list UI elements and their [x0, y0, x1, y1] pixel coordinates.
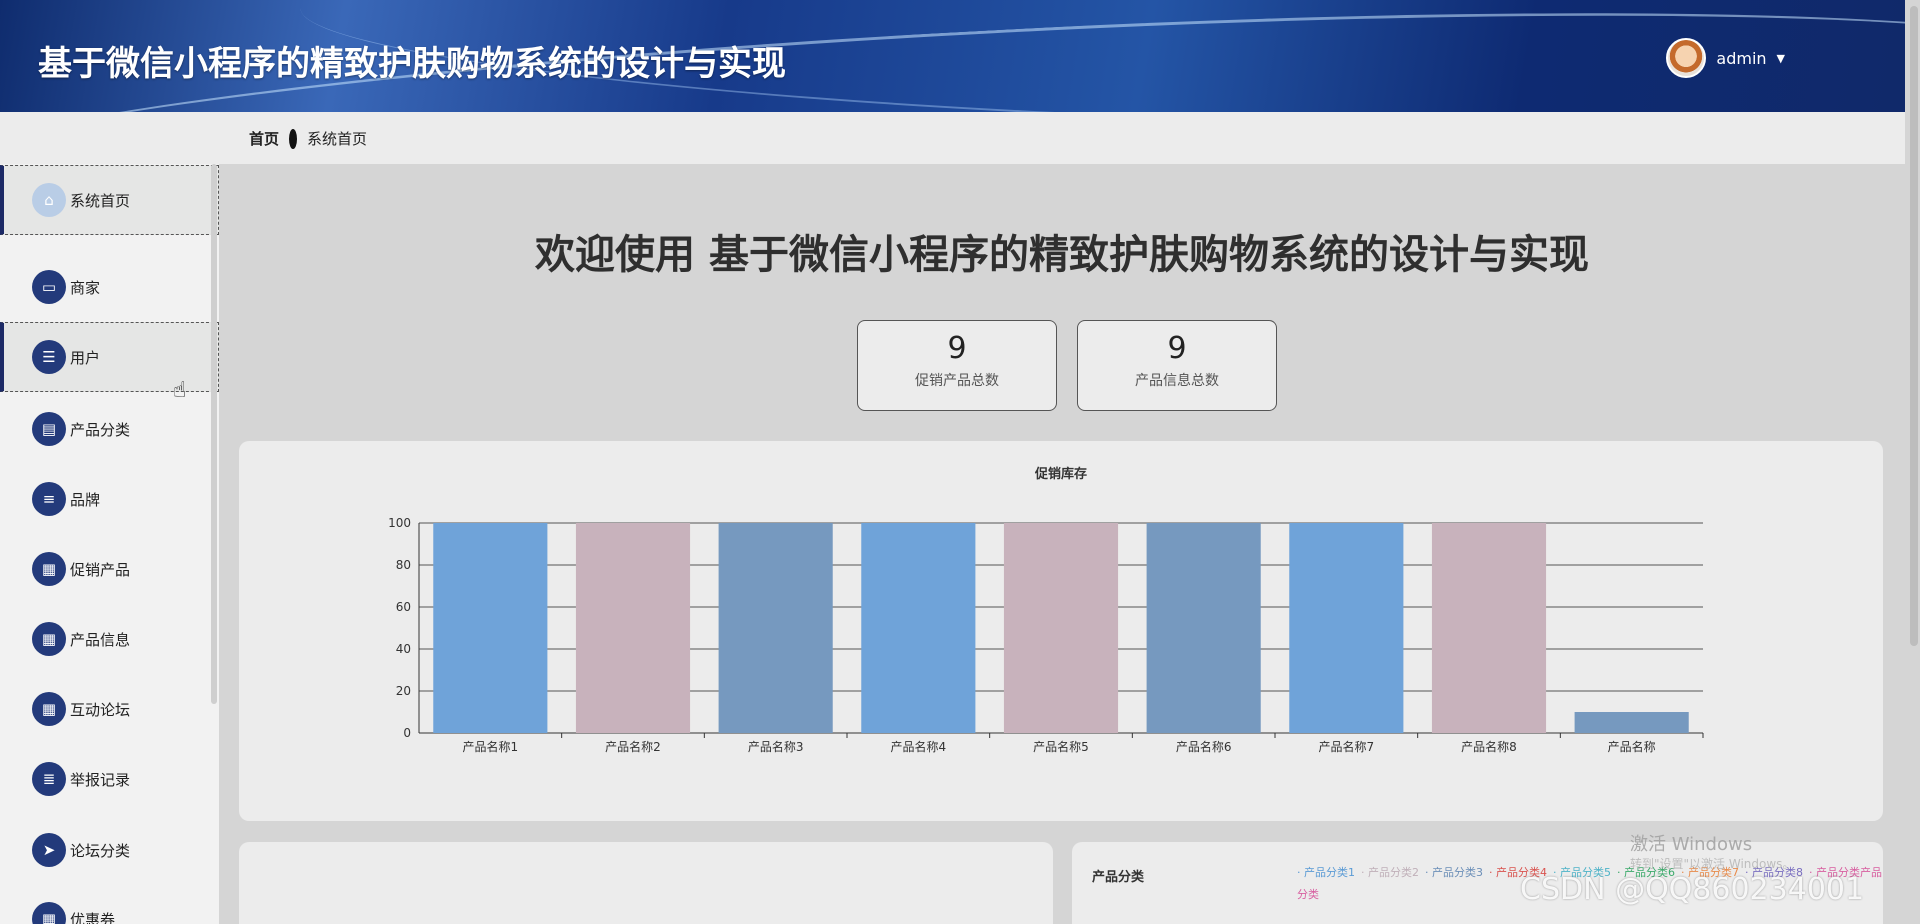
sidebar-item-coupon[interactable]: ▦ 优惠券	[0, 884, 219, 924]
csdn-watermark: CSDN @QQ860234001	[1520, 872, 1865, 907]
monitor-icon: ▭	[32, 270, 66, 304]
y-tick-label: 80	[396, 558, 411, 572]
y-tick-label: 0	[403, 726, 411, 740]
page-scrollbar[interactable]	[1910, 6, 1918, 646]
sidebar-item-label: 用户	[70, 348, 101, 367]
sidebar-item-product-info[interactable]: ▦ 产品信息	[0, 604, 219, 674]
y-tick-label: 60	[396, 600, 411, 614]
x-tick-label: 产品名称6	[1176, 739, 1232, 754]
sliders-icon: ☰	[32, 340, 66, 374]
sidebar-item-label: 优惠券	[70, 910, 116, 924]
windows-activation-hint: 转到"设置"以激活 Windows。	[1630, 857, 1795, 871]
x-tick-label: 产品名称5	[1033, 739, 1089, 754]
bar	[1574, 712, 1689, 733]
sidebar-item-home[interactable]: ⌂ 系统首页	[0, 165, 219, 235]
breadcrumb-separator	[289, 128, 298, 149]
y-tick-label: 100	[388, 516, 411, 530]
sidebar-item-label: 促销产品	[70, 560, 131, 579]
send-icon: ➤	[32, 833, 66, 867]
sidebar-scrollbar[interactable]	[211, 164, 217, 704]
bar	[718, 523, 833, 733]
breadcrumb: 首页 系统首页	[249, 128, 367, 149]
y-tick-label: 40	[396, 642, 411, 656]
sidebar-item-brand[interactable]: ≡ 品牌	[0, 464, 219, 534]
stat-card-promotion: 9 促销产品总数	[857, 320, 1057, 411]
x-tick-label: 产品名称7	[1319, 739, 1375, 754]
legend-item[interactable]: · 产品分类3	[1425, 866, 1483, 879]
chart-card-empty	[239, 842, 1053, 924]
legend-item[interactable]: · 产品分类2	[1361, 866, 1419, 879]
avatar[interactable]	[1666, 38, 1707, 78]
x-tick-label: 产品名称1	[463, 739, 519, 754]
x-tick-label: 产品名称	[1608, 739, 1656, 754]
stat-value: 9	[947, 331, 967, 366]
sidebar-item-product-category[interactable]: ▤ 产品分类	[0, 394, 219, 464]
y-tick-label: 20	[396, 684, 411, 698]
breadcrumb-bar: 首页 系统首页	[0, 112, 1905, 164]
bar	[1431, 523, 1547, 733]
welcome-heading: 欢迎使用 基于微信小程序的精致护肤购物系统的设计与实现	[535, 232, 1589, 278]
grid-icon: ▦	[32, 902, 66, 924]
bar	[1289, 523, 1404, 733]
bar	[1146, 523, 1261, 733]
bar	[861, 523, 976, 733]
stat-value: 9	[1167, 331, 1187, 366]
breadcrumb-home[interactable]: 首页	[249, 128, 279, 149]
bar	[575, 523, 691, 733]
sidebar-item-label: 互动论坛	[70, 700, 131, 719]
list-icon: ≣	[32, 762, 66, 796]
grid-icon: ▦	[32, 692, 66, 726]
stat-card-product-info: 9 产品信息总数	[1077, 320, 1277, 411]
sidebar-item-label: 论坛分类	[70, 841, 131, 860]
username[interactable]: admin	[1716, 49, 1766, 68]
sidebar-item-promotion[interactable]: ▦ 促销产品	[0, 534, 219, 604]
bar	[433, 523, 548, 733]
list-icon: ≡	[32, 482, 66, 516]
chart-card-promotion-stock: 促销库存 0 20 40 60 80 100 产品名称1 产品名称2 产品名称3 产品名称4 产品名…	[239, 441, 1883, 821]
home-icon: ⌂	[32, 183, 66, 217]
bar	[1003, 523, 1119, 733]
mouse-cursor-icon: ☝	[173, 378, 187, 403]
sidebar-item-forum-category[interactable]: ➤ 论坛分类	[0, 815, 219, 885]
x-tick-label: 产品名称8	[1461, 739, 1517, 754]
stat-label: 产品信息总数	[1135, 373, 1219, 389]
app-header: 基于微信小程序的精致护肤购物系统的设计与实现 admin ▼	[0, 0, 1905, 112]
x-tick-label: 产品名称2	[605, 739, 661, 754]
x-tick-label: 产品名称3	[748, 739, 804, 754]
bar-chart: 0 20 40 60 80 100 产品名称1 产品名称2 产品名称3 产品名称4 产品名称5 产品名…	[388, 516, 1704, 754]
sidebar-item-label: 产品信息	[70, 630, 131, 649]
chart-title: 产品分类	[1092, 870, 1145, 885]
grid-icon: ▦	[32, 622, 66, 656]
grid-icon: ▦	[32, 552, 66, 586]
sidebar: ⌂ 系统首页 ▭ 商家 ☰ 用户 ▤ 产品分类 ≡ 品牌 ▦ 促销产品 ▦ 产品…	[0, 164, 219, 924]
sidebar-item-label: 系统首页	[70, 191, 131, 210]
sidebar-item-label: 商家	[70, 278, 101, 297]
sidebar-item-label: 品牌	[70, 490, 101, 509]
windows-activation-title: 激活 Windows	[1630, 834, 1753, 855]
sidebar-item-forum[interactable]: ▦ 互动论坛	[0, 674, 219, 744]
sidebar-item-report[interactable]: ≣ 举报记录	[0, 744, 219, 814]
app-title: 基于微信小程序的精致护肤购物系统的设计与实现	[38, 44, 786, 84]
sidebar-item-label: 举报记录	[70, 770, 131, 789]
breadcrumb-current: 系统首页	[307, 130, 368, 148]
user-menu[interactable]: admin ▼	[1666, 38, 1785, 78]
chevron-down-icon[interactable]: ▼	[1777, 52, 1785, 65]
sidebar-item-label: 产品分类	[70, 420, 131, 439]
stat-label: 促销产品总数	[915, 373, 999, 389]
legend-item[interactable]: · 产品分类1	[1297, 866, 1355, 879]
clipboard-icon: ▤	[32, 412, 66, 446]
sidebar-item-merchant[interactable]: ▭ 商家	[0, 252, 219, 322]
x-tick-label: 产品名称4	[891, 739, 947, 754]
